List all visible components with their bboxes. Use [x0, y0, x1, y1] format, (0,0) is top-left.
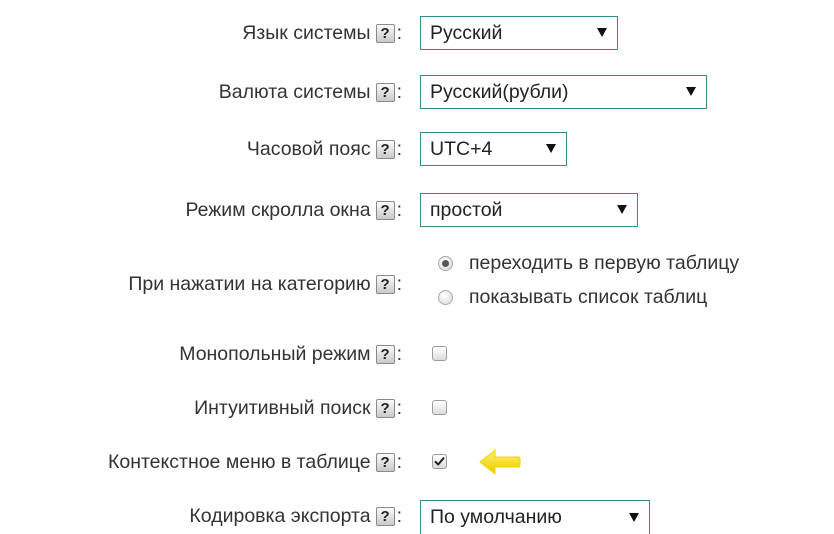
dropdown-arrow-icon: [597, 28, 607, 38]
label-colon: :: [396, 21, 402, 44]
yellow-arrow-icon: [479, 448, 521, 476]
export-encoding-label: Кодировка экспорта: [189, 504, 371, 527]
context-menu-label: Контекстное меню в таблице: [107, 450, 371, 473]
help-icon[interactable]: ?: [375, 274, 395, 294]
help-icon[interactable]: ?: [375, 506, 395, 526]
timezone-label: Часовой пояс: [246, 137, 371, 160]
help-icon[interactable]: ?: [375, 200, 395, 220]
scroll-mode-label: Режим скролла окна: [185, 198, 371, 221]
intuitive-search-checkbox[interactable]: [432, 400, 447, 415]
scroll-mode-select[interactable]: простой: [420, 193, 638, 227]
label-colon: :: [396, 396, 402, 419]
label-colon: :: [396, 342, 402, 365]
radio-option-table-list[interactable]: показывать список таблиц: [438, 280, 739, 314]
setting-row-language: Язык системы ? : Русский: [0, 14, 834, 52]
context-menu-checkbox[interactable]: [432, 454, 447, 469]
language-label-group: Язык системы ? :: [242, 14, 402, 52]
currency-select[interactable]: Русский(рубли): [420, 75, 707, 109]
radio-button[interactable]: [438, 289, 453, 305]
language-label: Язык системы: [242, 21, 371, 44]
checkmark-icon: [434, 457, 445, 466]
context-menu-label-group: Контекстное меню в таблице ? :: [108, 444, 402, 480]
help-icon[interactable]: ?: [375, 344, 395, 364]
dropdown-arrow-icon: [617, 205, 627, 215]
language-select[interactable]: Русский: [420, 16, 618, 50]
scroll-mode-select-value: простой: [430, 198, 503, 221]
help-icon[interactable]: ?: [375, 82, 395, 102]
export-encoding-select[interactable]: По умолчанию: [420, 500, 650, 534]
dropdown-arrow-icon: [686, 87, 696, 97]
setting-row-timezone: Часовой пояс ? : UTC+4: [0, 130, 834, 168]
monopole-label-group: Монопольный режим ? :: [179, 336, 402, 372]
setting-row-category-click: При нажатии на категорию ? : переходить …: [0, 250, 834, 318]
timezone-label-group: Часовой пояс ? :: [247, 130, 402, 168]
radio-label-first-table: переходить в первую таблицу: [469, 251, 740, 274]
dropdown-arrow-icon: [629, 512, 639, 522]
help-icon[interactable]: ?: [375, 139, 395, 159]
setting-row-export-encoding: Кодировка экспорта ? : По умолчанию: [0, 498, 834, 534]
radio-button-checked[interactable]: [438, 255, 453, 271]
currency-select-value: Русский(рубли): [430, 80, 569, 103]
intuitive-search-label-group: Интуитивный поиск ? :: [194, 390, 402, 426]
setting-row-context-menu: Контекстное меню в таблице ? :: [0, 444, 834, 480]
label-colon: :: [396, 80, 402, 103]
setting-row-intuitive-search: Интуитивный поиск ? :: [0, 390, 834, 426]
currency-label-group: Валюта системы ? :: [219, 73, 402, 111]
currency-label: Валюта системы: [218, 80, 371, 103]
help-icon[interactable]: ?: [375, 23, 395, 43]
label-colon: :: [396, 504, 402, 527]
dropdown-arrow-icon: [546, 144, 556, 154]
intuitive-search-label: Интуитивный поиск: [194, 396, 371, 419]
category-click-radio-group: переходить в первую таблицу показывать с…: [438, 246, 739, 314]
setting-row-currency: Валюта системы ? : Русский(рубли): [0, 73, 834, 111]
radio-label-table-list: показывать список таблиц: [469, 285, 708, 308]
setting-row-scroll-mode: Режим скролла окна ? : простой: [0, 191, 834, 229]
category-click-label-group: При нажатии на категорию ? :: [128, 250, 402, 318]
label-colon: :: [396, 450, 402, 473]
label-colon: :: [396, 272, 402, 295]
radio-option-first-table[interactable]: переходить в первую таблицу: [438, 246, 739, 280]
label-colon: :: [396, 198, 402, 221]
timezone-select-value: UTC+4: [430, 137, 493, 160]
export-encoding-label-group: Кодировка экспорта ? :: [189, 498, 402, 534]
label-colon: :: [396, 137, 402, 160]
category-click-label: При нажатии на категорию: [128, 272, 371, 295]
setting-row-monopole: Монопольный режим ? :: [0, 336, 834, 372]
monopole-label: Монопольный режим: [179, 342, 371, 365]
scroll-mode-label-group: Режим скролла окна ? :: [185, 191, 402, 229]
timezone-select[interactable]: UTC+4: [420, 132, 567, 166]
help-icon[interactable]: ?: [375, 452, 395, 472]
help-icon[interactable]: ?: [375, 398, 395, 418]
language-select-value: Русский: [430, 21, 503, 44]
monopole-checkbox[interactable]: [432, 346, 447, 361]
export-encoding-select-value: По умолчанию: [430, 506, 562, 528]
